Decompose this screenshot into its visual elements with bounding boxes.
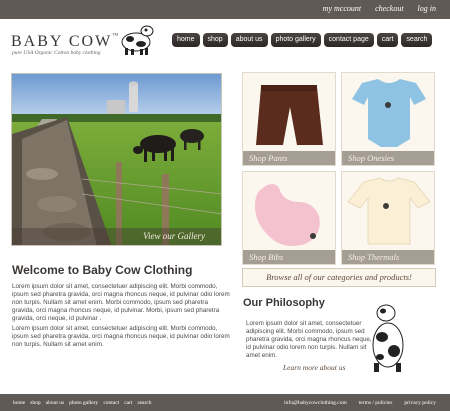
footer-privacy[interactable]: privacy policy xyxy=(404,400,436,406)
pants-image xyxy=(256,85,323,145)
footer-shop[interactable]: shop xyxy=(30,400,40,406)
top-bar: my mccount checkout log in xyxy=(0,0,450,19)
footer-terms[interactable]: terms / policies xyxy=(359,400,393,406)
cow-icon xyxy=(121,25,154,55)
footer-about-us[interactable]: about us xyxy=(46,400,65,406)
hero-gallery-image[interactable]: View our Gallery xyxy=(11,73,222,246)
view-gallery-caption[interactable]: View our Gallery xyxy=(12,228,221,245)
nav-home[interactable]: home xyxy=(172,33,200,47)
nav-about-us[interactable]: about us xyxy=(230,33,268,47)
onesie-image xyxy=(352,79,426,147)
login-link[interactable]: log in xyxy=(418,4,436,13)
footer: home shop about us photo gallery contact… xyxy=(0,394,450,411)
nav-shop[interactable]: shop xyxy=(202,33,228,47)
footer-home[interactable]: home xyxy=(13,400,25,406)
footer-contact[interactable]: contact xyxy=(103,400,119,406)
shop-bibs-label: Shop Bibs xyxy=(243,250,335,264)
logo-text: BABY COW xyxy=(11,33,113,50)
philosophy-title: Our Philosophy xyxy=(243,297,325,309)
philosophy-paragraph: Lorem ipsum dolor sit amet, consectetuer… xyxy=(246,320,372,359)
farm-photo xyxy=(12,74,221,245)
welcome-paragraph-2: Lorem ipsum dolor sit amet, consectetuer… xyxy=(12,325,230,348)
nav-cart[interactable]: cart xyxy=(376,33,399,47)
nav-contact-page[interactable]: contact page xyxy=(323,33,374,47)
footer-search[interactable]: search xyxy=(137,400,151,406)
tagline: pure USA Organic Cotton baby clothing xyxy=(12,50,101,56)
bib-image xyxy=(255,184,320,246)
footer-nav: home shop about us photo gallery contact… xyxy=(13,400,152,406)
footer-cart[interactable]: cart xyxy=(124,400,132,406)
main-nav: home shop about us photo gallery contact… xyxy=(172,33,433,47)
footer-info-links: info@babycowclothing.com terms / policie… xyxy=(284,400,436,406)
cow-icon xyxy=(372,304,404,372)
tile-shop-pants[interactable]: Shop Pants xyxy=(242,72,336,166)
tile-shop-onesies[interactable]: Shop Onesies xyxy=(341,72,435,166)
nav-search[interactable]: search xyxy=(401,33,433,47)
welcome-title: Welcome to Baby Cow Clothing xyxy=(12,263,193,277)
footer-email[interactable]: info@babycowclothing.com xyxy=(284,400,347,406)
thermal-image xyxy=(347,177,431,245)
tile-shop-thermals[interactable]: Shop Thermals xyxy=(341,171,435,265)
shop-thermals-label: Shop Thermals xyxy=(342,250,434,264)
welcome-paragraph-1: Lorem ipsum dolor sit amet, consectetuer… xyxy=(12,283,230,322)
my-account-link[interactable]: my mccount xyxy=(323,4,361,13)
footer-photo-gallery[interactable]: photo gallery xyxy=(69,400,98,406)
learn-more-link[interactable]: Learn more about us xyxy=(283,363,345,372)
account-links: my mccount checkout log in xyxy=(323,4,436,13)
browse-categories-banner[interactable]: Browse all of our categories and product… xyxy=(242,268,436,287)
nav-photo-gallery[interactable]: photo gallery xyxy=(270,33,321,47)
shop-onesies-label: Shop Onesies xyxy=(342,151,434,165)
checkout-link[interactable]: checkout xyxy=(375,4,403,13)
tile-shop-bibs[interactable]: Shop Bibs xyxy=(242,171,336,265)
shop-pants-label: Shop Pants xyxy=(243,151,335,165)
logo[interactable]: BABY COW™ xyxy=(11,33,120,51)
